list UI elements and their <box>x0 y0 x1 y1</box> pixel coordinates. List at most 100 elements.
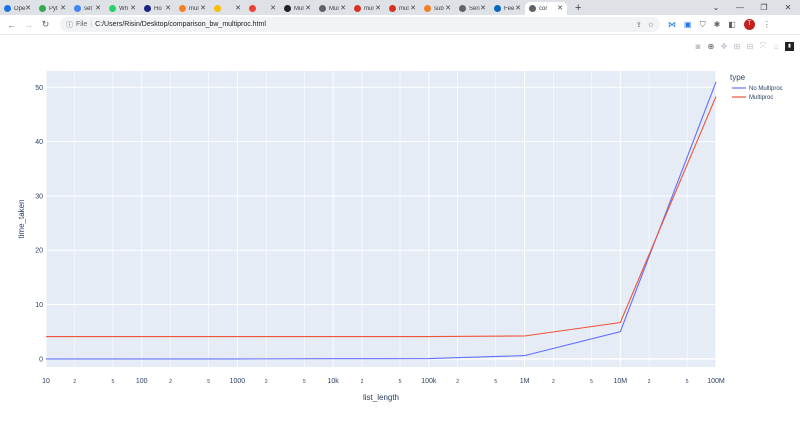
share-icon[interactable]: ⇪ <box>636 21 642 29</box>
tab-close-icon[interactable]: ✕ <box>60 4 66 12</box>
x-tick-label: 5 <box>112 379 115 385</box>
tab-close-icon[interactable]: ✕ <box>515 4 521 12</box>
browser-tab[interactable]: set ✕ <box>70 2 105 15</box>
x-tick-label: 10M <box>613 378 627 385</box>
address-bar[interactable]: ⓘ File | C:/Users/Risin/Desktop/comparis… <box>60 17 660 32</box>
tab-close-icon[interactable]: ✕ <box>165 4 171 12</box>
x-tick-label: 2 <box>456 379 459 385</box>
tab-favicon-icon <box>354 5 361 12</box>
tab-favicon-icon <box>109 5 116 12</box>
browser-tab[interactable]: cor ✕ <box>525 2 567 15</box>
minimize-icon[interactable]: — <box>728 0 752 15</box>
browser-tab[interactable]: sub ✕ <box>420 2 455 15</box>
avatar[interactable]: T <box>743 19 755 30</box>
tab-favicon-icon <box>284 5 291 12</box>
back-icon[interactable]: ← <box>3 20 20 30</box>
tab-close-icon[interactable]: ✕ <box>235 4 241 12</box>
tab-close-icon[interactable]: ✕ <box>410 4 416 12</box>
plot-area <box>46 71 716 367</box>
y-axis-title: time_taken <box>17 199 26 238</box>
browser-tab[interactable]: ✕ <box>245 2 280 15</box>
x-tick-label: 2 <box>361 379 364 385</box>
browser-toolbar: ← → ↻ ⓘ File | C:/Users/Risin/Desktop/co… <box>0 15 800 35</box>
tab-strip: Ope ✕ Pyt ✕ set ✕ Wh ✕ Ho ✕ mul ✕ ✕ ✕ Mul ✕ Mul ✕ mul ✕ mul ✕… <box>0 0 800 15</box>
tab-favicon-icon <box>144 5 151 12</box>
x-tick-label: 5 <box>686 379 689 385</box>
tab-close-icon[interactable]: ✕ <box>340 4 346 12</box>
x-tick-label: 100M <box>707 378 725 385</box>
line-chart: 0 10 20 30 40 50 10 2 5 100 2 5 1000 2 5 10k 2 5 100k 2 5 1M 2… <box>17 71 783 402</box>
browser-tab[interactable]: mul ✕ <box>175 2 210 15</box>
x-tick-label: 1000 <box>230 378 246 385</box>
tab-close-icon[interactable]: ✕ <box>305 4 311 12</box>
tab-favicon-icon <box>4 5 11 12</box>
x-tick-label: 1M <box>520 378 530 385</box>
tab-favicon-icon <box>179 5 186 12</box>
x-tick-label: 5 <box>207 379 210 385</box>
tab-favicon-icon <box>459 5 466 12</box>
browser-tab[interactable]: Wh ✕ <box>105 2 140 15</box>
tab-favicon-icon <box>529 5 536 12</box>
tab-close-icon[interactable]: ✕ <box>200 4 206 12</box>
tab-favicon-icon <box>39 5 46 12</box>
address-path: C:/Users/Risin/Desktop/comparison_bw_mul… <box>95 21 266 28</box>
x-tick-label: 2 <box>552 379 555 385</box>
tab-favicon-icon <box>74 5 81 12</box>
forward-icon[interactable]: → <box>20 20 37 30</box>
tab-close-icon[interactable]: ✕ <box>95 4 101 12</box>
browser-tab[interactable]: Mul ✕ <box>280 2 315 15</box>
browser-tab[interactable]: Ho ✕ <box>140 2 175 15</box>
chart-container: 0 10 20 30 40 50 10 2 5 100 2 5 1000 2 5 10k 2 5 100k 2 5 1M 2… <box>0 36 800 426</box>
browser-tab[interactable]: Sen ✕ <box>455 2 490 15</box>
restore-icon[interactable]: ❐ <box>752 0 776 15</box>
browser-tab[interactable]: Mul ✕ <box>315 2 350 15</box>
tab-close-icon[interactable]: ✕ <box>557 4 563 12</box>
y-tick-label: 0 <box>39 356 43 363</box>
side-panel-icon[interactable]: ◧ <box>728 20 736 29</box>
tab-close-icon[interactable]: ✕ <box>25 4 31 12</box>
reload-icon[interactable]: ↻ <box>37 19 54 30</box>
browser-tab[interactable]: Pyt ✕ <box>35 2 70 15</box>
browser-tab[interactable]: ✕ <box>210 2 245 15</box>
extension-icon[interactable]: ▣ <box>684 20 692 29</box>
shield-icon[interactable]: ⛉ <box>700 20 706 30</box>
x-tick-label: 10k <box>327 378 339 385</box>
tab-favicon-icon <box>319 5 326 12</box>
extension-icon[interactable]: ⋈ <box>668 20 676 29</box>
close-icon[interactable]: ✕ <box>776 0 800 15</box>
browser-tab[interactable]: mul ✕ <box>350 2 385 15</box>
y-tick-label: 40 <box>35 139 43 146</box>
browser-tab[interactable]: Fee ✕ <box>490 2 525 15</box>
bookmark-star-icon[interactable]: ☆ <box>648 21 654 29</box>
x-tick-label: 100k <box>421 378 437 385</box>
x-tick-label: 10 <box>42 378 50 385</box>
tab-favicon-icon <box>494 5 501 12</box>
x-tick-label: 2 <box>73 379 76 385</box>
tab-close-icon[interactable]: ✕ <box>375 4 381 12</box>
chevron-down-icon[interactable]: ⌄ <box>704 0 728 15</box>
y-tick-label: 50 <box>35 85 43 92</box>
tab-list: Ope ✕ Pyt ✕ set ✕ Wh ✕ Ho ✕ mul ✕ ✕ ✕ Mul ✕ Mul ✕ mul ✕ mul ✕… <box>0 0 567 15</box>
tab-close-icon[interactable]: ✕ <box>130 4 136 12</box>
legend-label: No Multiproc <box>749 86 783 92</box>
extensions-area: ⋈ ▣ ⛉ ✱ ◧ T ⋮ <box>668 19 771 30</box>
menu-icon[interactable]: ⋮ <box>763 20 771 29</box>
address-scheme: File <box>76 21 88 28</box>
address-separator: | <box>90 21 93 28</box>
tab-favicon-icon <box>249 5 256 12</box>
info-icon[interactable]: ⓘ <box>66 20 73 30</box>
browser-tab[interactable]: mul ✕ <box>385 2 420 15</box>
new-tab-button[interactable]: + <box>575 2 581 14</box>
browser-tab[interactable]: Ope ✕ <box>0 2 35 15</box>
tab-close-icon[interactable]: ✕ <box>445 4 451 12</box>
tab-close-icon[interactable]: ✕ <box>270 4 276 12</box>
x-tick-label: 100 <box>136 378 148 385</box>
y-tick-label: 20 <box>35 248 43 255</box>
tab-close-icon[interactable]: ✕ <box>480 4 486 12</box>
puzzle-icon[interactable]: ✱ <box>714 20 721 29</box>
legend-label: Multiproc <box>749 95 773 101</box>
y-tick-label: 10 <box>35 302 43 309</box>
tab-favicon-icon <box>424 5 431 12</box>
x-tick-label: 5 <box>590 379 593 385</box>
x-tick-label: 2 <box>265 379 268 385</box>
